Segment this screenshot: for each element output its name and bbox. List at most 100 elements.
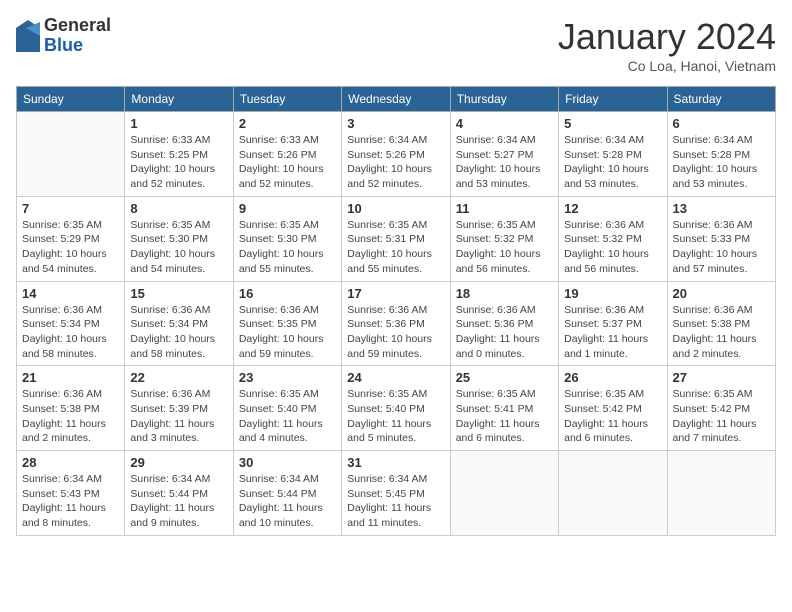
day-number: 14 xyxy=(22,286,119,301)
day-number: 13 xyxy=(673,201,770,216)
day-number: 30 xyxy=(239,455,336,470)
calendar-cell: 14 Sunrise: 6:36 AMSunset: 5:34 PMDayligh… xyxy=(17,281,125,366)
day-number: 5 xyxy=(564,116,661,131)
logo: General Blue xyxy=(16,16,111,56)
day-number: 20 xyxy=(673,286,770,301)
day-info: Sunrise: 6:34 AMSunset: 5:28 PMDaylight:… xyxy=(564,133,661,192)
day-info: Sunrise: 6:35 AMSunset: 5:40 PMDaylight:… xyxy=(239,387,336,446)
weekday-header: Tuesday xyxy=(233,87,341,112)
day-info: Sunrise: 6:36 AMSunset: 5:38 PMDaylight:… xyxy=(22,387,119,446)
weekday-header: Sunday xyxy=(17,87,125,112)
calendar-cell: 13Sunrise: 6:36 AMSunset: 5:33 PMDayligh… xyxy=(667,196,775,281)
day-number: 2 xyxy=(239,116,336,131)
calendar-cell: 31Sunrise: 6:34 AMSunset: 5:45 PMDayligh… xyxy=(342,451,450,536)
day-info: Sunrise: 6:34 AMSunset: 5:28 PMDaylight:… xyxy=(673,133,770,192)
calendar-cell xyxy=(559,451,667,536)
day-info: Sunrise: 6:36 AMSunset: 5:38 PMDaylight:… xyxy=(673,303,770,362)
calendar-header: SundayMondayTuesdayWednesdayThursdayFrid… xyxy=(17,87,776,112)
day-info: Sunrise: 6:34 AMSunset: 5:43 PMDaylight:… xyxy=(22,472,119,531)
logo-blue: Blue xyxy=(44,36,111,56)
day-number: 9 xyxy=(239,201,336,216)
calendar-cell: 18Sunrise: 6:36 AMSunset: 5:36 PMDayligh… xyxy=(450,281,558,366)
calendar-cell: 7Sunrise: 6:35 AMSunset: 5:29 PMDaylight… xyxy=(17,196,125,281)
calendar-cell: 29 Sunrise: 6:34 AMSunset: 5:44 PMDayligh… xyxy=(125,451,233,536)
calendar-cell: 24 Sunrise: 6:35 AMSunset: 5:40 PMDayligh… xyxy=(342,366,450,451)
weekday-header: Monday xyxy=(125,87,233,112)
calendar-cell: 27 Sunrise: 6:35 AMSunset: 5:42 PMDayligh… xyxy=(667,366,775,451)
calendar-cell: 21 Sunrise: 6:36 AMSunset: 5:38 PMDayligh… xyxy=(17,366,125,451)
calendar-week-row: 21 Sunrise: 6:36 AMSunset: 5:38 PMDayligh… xyxy=(17,366,776,451)
calendar-cell: 16Sunrise: 6:36 AMSunset: 5:35 PMDayligh… xyxy=(233,281,341,366)
weekday-row: SundayMondayTuesdayWednesdayThursdayFrid… xyxy=(17,87,776,112)
day-number: 12 xyxy=(564,201,661,216)
day-info: Sunrise: 6:35 AMSunset: 5:30 PMDaylight:… xyxy=(239,218,336,277)
day-number: 3 xyxy=(347,116,444,131)
calendar-cell: 1 Sunrise: 6:33 AMSunset: 5:25 PMDaylight… xyxy=(125,112,233,197)
calendar-cell: 3Sunrise: 6:34 AMSunset: 5:26 PMDaylight… xyxy=(342,112,450,197)
day-info: Sunrise: 6:36 AMSunset: 5:34 PMDaylight:… xyxy=(22,303,119,362)
day-number: 10 xyxy=(347,201,444,216)
title-block: January 2024 Co Loa, Hanoi, Vietnam xyxy=(558,16,776,74)
day-number: 4 xyxy=(456,116,553,131)
day-info: Sunrise: 6:36 AMSunset: 5:37 PMDaylight:… xyxy=(564,303,661,362)
day-info: Sunrise: 6:36 AMSunset: 5:36 PMDaylight:… xyxy=(456,303,553,362)
day-number: 23 xyxy=(239,370,336,385)
day-number: 19 xyxy=(564,286,661,301)
day-number: 11 xyxy=(456,201,553,216)
day-number: 22 xyxy=(130,370,227,385)
calendar-cell: 30 Sunrise: 6:34 AMSunset: 5:44 PMDayligh… xyxy=(233,451,341,536)
day-number: 7 xyxy=(22,201,119,216)
calendar-body: 1 Sunrise: 6:33 AMSunset: 5:25 PMDaylight… xyxy=(17,112,776,536)
calendar-cell: 4 Sunrise: 6:34 AMSunset: 5:27 PMDaylight… xyxy=(450,112,558,197)
day-info: Sunrise: 6:36 AMSunset: 5:34 PMDaylight:… xyxy=(130,303,227,362)
logo-text: General Blue xyxy=(44,16,111,56)
calendar-cell: 28 Sunrise: 6:34 AMSunset: 5:43 PMDayligh… xyxy=(17,451,125,536)
day-info: Sunrise: 6:35 AMSunset: 5:42 PMDaylight:… xyxy=(564,387,661,446)
day-number: 28 xyxy=(22,455,119,470)
day-info: Sunrise: 6:35 AMSunset: 5:42 PMDaylight:… xyxy=(673,387,770,446)
day-info: Sunrise: 6:34 AMSunset: 5:27 PMDaylight:… xyxy=(456,133,553,192)
day-number: 25 xyxy=(456,370,553,385)
day-info: Sunrise: 6:33 AMSunset: 5:26 PMDaylight:… xyxy=(239,133,336,192)
calendar-cell xyxy=(450,451,558,536)
calendar-cell: 15 Sunrise: 6:36 AMSunset: 5:34 PMDayligh… xyxy=(125,281,233,366)
day-info: Sunrise: 6:33 AMSunset: 5:25 PMDaylight:… xyxy=(130,133,227,192)
calendar-cell: 26 Sunrise: 6:35 AMSunset: 5:42 PMDayligh… xyxy=(559,366,667,451)
calendar-week-row: 28 Sunrise: 6:34 AMSunset: 5:43 PMDayligh… xyxy=(17,451,776,536)
day-number: 27 xyxy=(673,370,770,385)
day-number: 6 xyxy=(673,116,770,131)
location: Co Loa, Hanoi, Vietnam xyxy=(558,58,776,74)
calendar-cell: 19 Sunrise: 6:36 AMSunset: 5:37 PMDayligh… xyxy=(559,281,667,366)
day-number: 24 xyxy=(347,370,444,385)
day-number: 31 xyxy=(347,455,444,470)
day-number: 29 xyxy=(130,455,227,470)
calendar-cell: 23 Sunrise: 6:35 AMSunset: 5:40 PMDayligh… xyxy=(233,366,341,451)
calendar-cell: 17Sunrise: 6:36 AMSunset: 5:36 PMDayligh… xyxy=(342,281,450,366)
day-number: 21 xyxy=(22,370,119,385)
weekday-header: Thursday xyxy=(450,87,558,112)
day-info: Sunrise: 6:36 AMSunset: 5:39 PMDaylight:… xyxy=(130,387,227,446)
calendar-cell: 2 Sunrise: 6:33 AMSunset: 5:26 PMDaylight… xyxy=(233,112,341,197)
day-info: Sunrise: 6:34 AMSunset: 5:44 PMDaylight:… xyxy=(239,472,336,531)
day-number: 1 xyxy=(130,116,227,131)
day-info: Sunrise: 6:35 AMSunset: 5:41 PMDaylight:… xyxy=(456,387,553,446)
calendar-week-row: 7Sunrise: 6:35 AMSunset: 5:29 PMDaylight… xyxy=(17,196,776,281)
calendar-cell: 12Sunrise: 6:36 AMSunset: 5:32 PMDayligh… xyxy=(559,196,667,281)
calendar-week-row: 14 Sunrise: 6:36 AMSunset: 5:34 PMDayligh… xyxy=(17,281,776,366)
calendar-cell: 10 Sunrise: 6:35 AMSunset: 5:31 PMDayligh… xyxy=(342,196,450,281)
day-number: 26 xyxy=(564,370,661,385)
day-number: 15 xyxy=(130,286,227,301)
day-info: Sunrise: 6:35 AMSunset: 5:31 PMDaylight:… xyxy=(347,218,444,277)
calendar-cell: 8Sunrise: 6:35 AMSunset: 5:30 PMDaylight… xyxy=(125,196,233,281)
calendar-week-row: 1 Sunrise: 6:33 AMSunset: 5:25 PMDaylight… xyxy=(17,112,776,197)
page-header: General Blue January 2024 Co Loa, Hanoi,… xyxy=(16,16,776,74)
day-info: Sunrise: 6:35 AMSunset: 5:40 PMDaylight:… xyxy=(347,387,444,446)
calendar-cell xyxy=(17,112,125,197)
day-info: Sunrise: 6:35 AMSunset: 5:30 PMDaylight:… xyxy=(130,218,227,277)
day-info: Sunrise: 6:36 AMSunset: 5:36 PMDaylight:… xyxy=(347,303,444,362)
calendar-cell: 22 Sunrise: 6:36 AMSunset: 5:39 PMDayligh… xyxy=(125,366,233,451)
day-number: 16 xyxy=(239,286,336,301)
day-info: Sunrise: 6:35 AMSunset: 5:32 PMDaylight:… xyxy=(456,218,553,277)
logo-icon xyxy=(16,20,40,52)
day-info: Sunrise: 6:34 AMSunset: 5:44 PMDaylight:… xyxy=(130,472,227,531)
